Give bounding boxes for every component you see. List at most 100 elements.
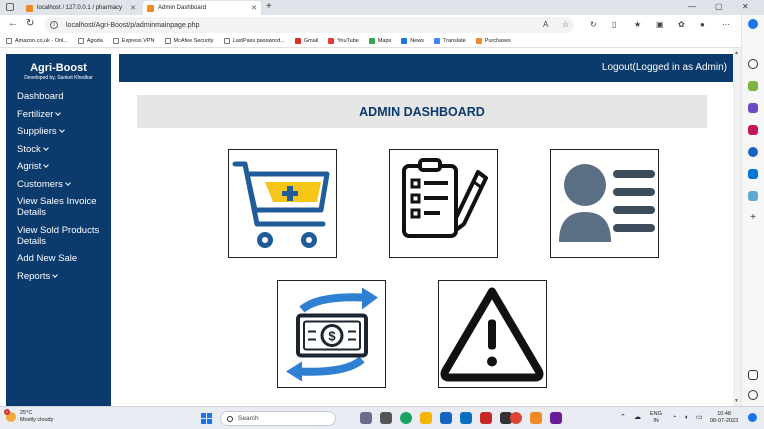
- tab-admin-dashboard[interactable]: Admin Dashboard ✕: [143, 1, 261, 15]
- tab-actions-icon[interactable]: [6, 3, 14, 11]
- page-title: ADMIN DASHBOARD: [137, 95, 707, 128]
- weather-widget[interactable]: 1 25°C Mostly cloudy: [4, 408, 53, 423]
- tools-icon[interactable]: [748, 103, 758, 113]
- close-icon[interactable]: ✕: [251, 4, 257, 12]
- volume-icon[interactable]: ◖: [684, 414, 688, 421]
- logout-link[interactable]: Logout(Logged in as Admin): [602, 62, 727, 73]
- read-aloud-icon[interactable]: A: [543, 20, 548, 29]
- back-arrow-icon[interactable]: ←: [8, 18, 18, 29]
- wifi-icon[interactable]: ◔: [672, 414, 676, 421]
- sidebar-item-label: Agrist: [17, 161, 42, 172]
- sidebar-item-reports[interactable]: Reports: [17, 271, 111, 282]
- close-window-button[interactable]: ✕: [742, 2, 749, 11]
- vscode-icon[interactable]: [550, 412, 562, 424]
- bookmark-mcafee[interactable]: McAfee Security: [164, 38, 214, 44]
- favorites-icon[interactable]: ★: [634, 20, 641, 29]
- collections-icon[interactable]: ▣: [656, 20, 664, 29]
- bookmark-lastpass[interactable]: LastPass password...: [223, 38, 285, 44]
- bookmark-label: McAfee Security: [173, 38, 214, 44]
- page-icon: [6, 38, 12, 44]
- notification-icon[interactable]: [748, 413, 757, 422]
- shopping-cart-add-icon: [232, 161, 330, 248]
- page-viewport: Agri-Boost Developed by, Sanket Khedkar …: [0, 48, 741, 406]
- bookmark-agoda[interactable]: Agoda: [77, 38, 103, 44]
- page-scrollbar[interactable]: ▲ ▼: [733, 48, 741, 406]
- bookmark-news[interactable]: News: [401, 38, 424, 44]
- new-tab-button[interactable]: +: [266, 1, 272, 12]
- maximize-button[interactable]: ▢: [715, 2, 723, 11]
- windows-start-icon[interactable]: [201, 413, 212, 424]
- search-icon[interactable]: [748, 59, 758, 69]
- bookmark-translate[interactable]: Translate: [434, 38, 466, 44]
- info-icon[interactable]: i: [50, 21, 58, 29]
- favorite-star-icon[interactable]: ☆: [562, 20, 569, 29]
- tray-overflow-icon[interactable]: ⌃: [620, 414, 626, 421]
- sidebar-item-view-sold-products[interactable]: View Sold Products Details: [17, 225, 111, 247]
- chrome-icon[interactable]: [510, 412, 522, 424]
- sidebar-item-fertilizer[interactable]: Fertilizer: [17, 109, 111, 120]
- tile-clipboard[interactable]: [389, 149, 498, 258]
- sidebar-item-customers[interactable]: Customers: [17, 179, 111, 190]
- bookmark-label: Translate: [443, 38, 466, 44]
- sidebar-item-dashboard[interactable]: Dashboard: [17, 91, 111, 102]
- clock[interactable]: 10:48 08-07-2023: [710, 411, 738, 425]
- shopping-icon[interactable]: [748, 81, 758, 91]
- chevron-down-icon: [55, 109, 62, 116]
- close-icon[interactable]: ✕: [130, 4, 136, 12]
- sidebar-item-view-sales-invoice[interactable]: View Sales Invoice Details: [17, 196, 111, 218]
- profile-icon[interactable]: ●: [700, 20, 705, 29]
- refresh-icon[interactable]: ↻: [26, 18, 34, 29]
- mail-icon[interactable]: [460, 412, 472, 424]
- extensions-icon[interactable]: ✿: [678, 20, 685, 29]
- url-input[interactable]: i localhost/Agri-Boost/p/adminmainpage.p…: [44, 17, 574, 33]
- battery-icon[interactable]: ▭: [696, 414, 703, 421]
- split-screen-icon[interactable]: ▯: [612, 20, 616, 29]
- sidebar-item-stock[interactable]: Stock: [17, 144, 111, 155]
- scroll-up-arrow-icon[interactable]: ▲: [734, 50, 739, 56]
- bookmark-label: LastPass password...: [232, 38, 285, 44]
- refresh-page-icon[interactable]: ↻: [590, 20, 597, 29]
- tile-money-exchange[interactable]: $: [277, 280, 386, 388]
- minimize-button[interactable]: —: [688, 2, 696, 11]
- outlook-icon[interactable]: [748, 169, 758, 179]
- clock-time: 10:48: [717, 411, 731, 417]
- bookmark-youtube[interactable]: YouTube: [328, 38, 359, 44]
- tile-sales-cart[interactable]: [228, 149, 337, 258]
- edge-browser-icon[interactable]: [400, 412, 412, 424]
- taskbar-search[interactable]: Search: [220, 411, 336, 426]
- bookmark-amazon[interactable]: Amazon.co.uk - Onl...: [6, 38, 68, 44]
- url-text: localhost/Agri-Boost/p/adminmainpage.php: [66, 21, 200, 29]
- games-icon[interactable]: [748, 125, 758, 135]
- file-explorer-icon[interactable]: [420, 412, 432, 424]
- sidebar-item-agrist[interactable]: Agrist: [17, 161, 111, 172]
- bing-copilot-icon[interactable]: [748, 19, 758, 29]
- tile-warning[interactable]: [438, 280, 547, 388]
- sidebar-item-add-new-sale[interactable]: Add New Sale: [17, 253, 111, 264]
- tile-users[interactable]: [550, 149, 659, 258]
- store-icon[interactable]: [440, 412, 452, 424]
- bookmark-maps[interactable]: Maps: [368, 38, 391, 44]
- sidebar-toggle-icon[interactable]: [748, 370, 758, 380]
- more-options-icon[interactable]: ⋯: [722, 20, 730, 29]
- cloud-icon[interactable]: ☁: [634, 414, 641, 421]
- bookmarks-bar: Amazon.co.uk - Onl... Agoda Express VPN …: [0, 35, 764, 48]
- bookmark-label: Express VPN: [121, 38, 155, 44]
- settings-gear-icon[interactable]: [748, 390, 758, 400]
- add-icon[interactable]: +: [748, 213, 758, 223]
- scroll-down-arrow-icon[interactable]: ▼: [734, 398, 739, 404]
- sidebar-item-suppliers[interactable]: Suppliers: [17, 126, 111, 137]
- tab-phpmyadmin[interactable]: localhost / 127.0.0.1 / pharmacy ✕: [22, 1, 140, 15]
- task-view-icon[interactable]: [360, 412, 372, 424]
- bookmark-label: YouTube: [337, 38, 359, 44]
- xampp-icon[interactable]: [530, 412, 542, 424]
- language-indicator[interactable]: ENG IN: [650, 411, 662, 425]
- bookmark-purchases[interactable]: Purchases: [475, 38, 511, 44]
- mcafee-icon[interactable]: [480, 412, 492, 424]
- bookmark-expressvpn[interactable]: Express VPN: [112, 38, 155, 44]
- teams-chat-icon[interactable]: [380, 412, 392, 424]
- microsoft365-icon[interactable]: [748, 147, 758, 157]
- gmail-icon: [294, 38, 301, 44]
- sidebar-item-label: Dashboard: [17, 91, 64, 102]
- drop-icon[interactable]: [748, 191, 758, 201]
- bookmark-gmail[interactable]: Gmail: [294, 38, 318, 44]
